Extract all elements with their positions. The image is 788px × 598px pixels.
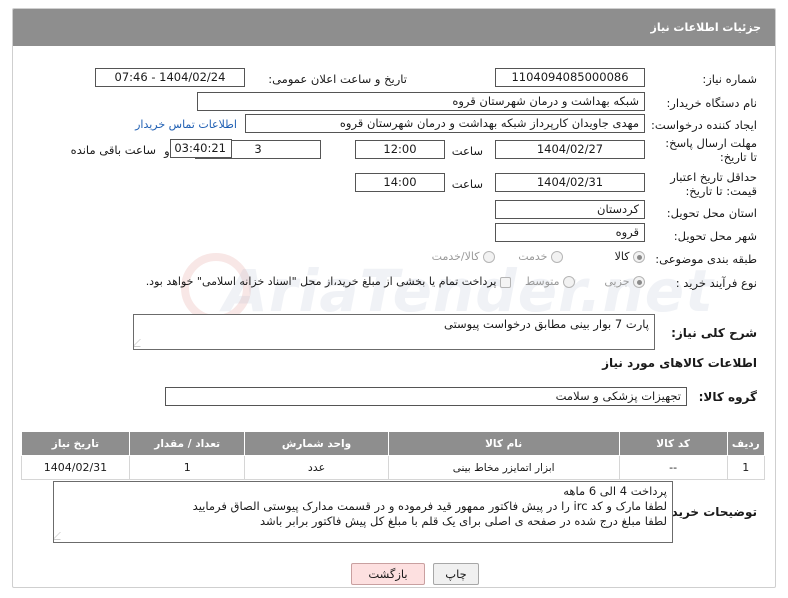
col-name: نام کالا: [387, 431, 620, 456]
buyer-note-line: پرداخت 4 الی 6 ماهه: [563, 484, 667, 498]
category-label: طبقه بندی موضوعی:: [655, 252, 757, 266]
description-text: پارت 7 بوار بینی مطابق درخواست پیوستی: [443, 317, 649, 331]
category-option-both[interactable]: کالا/خدمت: [432, 250, 495, 263]
treasury-payment-option[interactable]: پرداخت تمام یا بخشی از مبلغ خرید،از محل …: [146, 275, 511, 288]
announce-label: تاریخ و ساعت اعلان عمومی:: [268, 72, 407, 86]
buyer-notes-textarea[interactable]: پرداخت 4 الی 6 ماهه لطفا مارک و کد irc ر…: [53, 481, 673, 543]
category-option-label: خدمت: [518, 250, 548, 263]
col-quantity: تعداد / مقدار: [128, 431, 246, 456]
back-button[interactable]: بازگشت: [351, 563, 425, 585]
need-number-label: شماره نیاز:: [702, 72, 757, 86]
watermark-logo-icon: [181, 253, 251, 323]
buyer-note-line: لطفا مبلغ درج شده در صفحه ی اصلی برای یک…: [259, 514, 667, 528]
price-time-field[interactable]: 14:00: [355, 173, 445, 192]
goods-info-title: اطلاعات کالاهای مورد نیاز: [602, 356, 757, 370]
radio-icon[interactable]: [633, 251, 645, 263]
category-option-label: کالا: [614, 250, 630, 263]
category-option-label: کالا/خدمت: [431, 250, 480, 263]
print-button[interactable]: چاپ: [433, 563, 479, 585]
buyer-note-line: لطفا مارک و کد irc را در پیش فاکتور ممهو…: [192, 499, 667, 513]
description-textarea[interactable]: پارت 7 بوار بینی مطابق درخواست پیوستی: [133, 314, 655, 350]
reply-date-field[interactable]: 1404/02/27: [495, 140, 645, 159]
radio-icon[interactable]: [483, 251, 495, 263]
reply-time-label: ساعت: [451, 144, 483, 158]
radio-icon[interactable]: [563, 276, 575, 288]
cell-name: ابزار اتمایزر مخاط بینی: [387, 455, 620, 480]
table-header-row: ردیف کد کالا نام کالا واحد شمارش تعداد /…: [21, 431, 766, 456]
buyer-contact-link[interactable]: اطلاعات تماس خریدار: [135, 118, 237, 131]
category-option-goods[interactable]: کالا: [615, 250, 645, 263]
panel-header: جزئیات اطلاعات نیاز: [13, 9, 775, 46]
need-details-panel: جزئیات اطلاعات نیاز AriaTender.net شماره…: [12, 8, 776, 588]
cell-code: --: [618, 455, 728, 480]
cell-row: 1: [726, 455, 766, 480]
resize-grip-icon[interactable]: [134, 339, 148, 347]
city-field[interactable]: قروه: [495, 223, 645, 242]
payment-note: پرداخت تمام یا بخشی از مبلغ خرید،از محل …: [145, 275, 497, 288]
price-time-label: ساعت: [451, 177, 483, 191]
description-label: شرح کلی نیاز:: [671, 326, 757, 340]
resize-grip-icon[interactable]: [54, 532, 68, 540]
requester-label: ایجاد کننده درخواست:: [651, 118, 757, 132]
checkbox-icon[interactable]: [500, 276, 511, 288]
cell-unit: عدد: [244, 455, 389, 480]
cell-date: 1404/02/31: [21, 455, 130, 480]
remaining-time-field[interactable]: 03:40:21: [170, 139, 232, 158]
radio-icon[interactable]: [551, 251, 563, 263]
province-label: استان محل تحویل:: [666, 206, 757, 220]
city-label: شهر محل تحویل:: [673, 229, 757, 243]
remaining-time-label: ساعت باقی مانده: [70, 143, 156, 157]
purchase-type-label: نوع فرآیند خرید :: [675, 276, 757, 290]
buyer-org-label: نام دستگاه خریدار:: [666, 96, 757, 110]
announce-field[interactable]: 1404/02/24 - 07:46: [95, 68, 245, 87]
reply-deadline-label: مهلت ارسال پاسخ: تا تاریخ:: [665, 136, 757, 164]
cell-quantity: 1: [128, 455, 246, 480]
table-row[interactable]: 1 -- ابزار اتمایزر مخاط بینی عدد 1 1404/…: [21, 455, 766, 480]
col-code: کد کالا: [618, 431, 728, 456]
col-unit: واحد شمارش: [244, 431, 389, 456]
price-date-field[interactable]: 1404/02/31: [495, 173, 645, 192]
goods-group-label: گروه کالا:: [698, 390, 757, 404]
col-date: تاریخ نیاز: [21, 431, 130, 456]
purchase-option-label: جزیی: [604, 275, 630, 288]
purchase-option-label: متوسط: [524, 275, 560, 288]
radio-icon[interactable]: [633, 276, 645, 288]
province-field[interactable]: کردستان: [495, 200, 645, 219]
goods-table: ردیف کد کالا نام کالا واحد شمارش تعداد /…: [21, 431, 766, 480]
need-number-field[interactable]: 1104094085000086: [495, 68, 645, 87]
purchase-option-minor[interactable]: جزیی: [604, 275, 645, 288]
reply-time-field[interactable]: 12:00: [355, 140, 445, 159]
category-option-service[interactable]: خدمت: [518, 250, 563, 263]
buyer-org-field[interactable]: شبکه بهداشت و درمان شهرستان قروه: [197, 92, 645, 111]
col-row: ردیف: [726, 431, 766, 456]
price-validity-label: حداقل تاریخ اعتبار قیمت: تا تاریخ:: [670, 170, 757, 198]
purchase-option-medium[interactable]: متوسط: [525, 275, 575, 288]
requester-field[interactable]: مهدی جاویدان کارپرداز شبکه بهداشت و درما…: [245, 114, 645, 133]
goods-group-field[interactable]: تجهیزات پزشکی و سلامت: [165, 387, 687, 406]
